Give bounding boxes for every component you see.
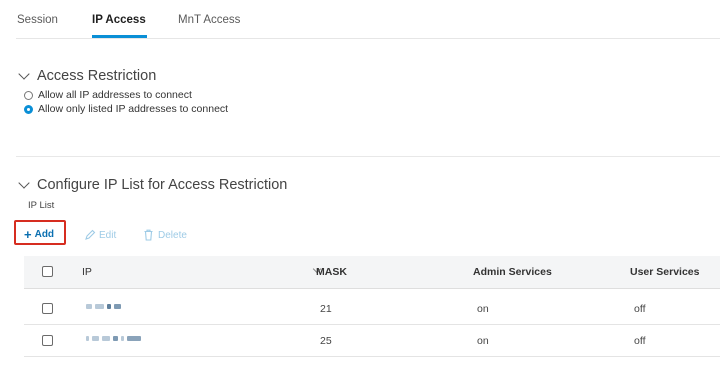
redacted-ip-value [86, 336, 141, 341]
table-header: IP MASK Admin Services User Services [24, 256, 720, 289]
tab-divider [16, 38, 720, 39]
radio-unchecked-icon[interactable] [24, 90, 33, 100]
tab-mnt-access[interactable]: MnT Access [178, 14, 240, 26]
admin-services-cell: on [477, 335, 489, 347]
column-header-user-services[interactable]: User Services [630, 266, 699, 278]
redacted-ip-value [86, 304, 121, 309]
tab-ip-access[interactable]: IP Access [92, 14, 146, 26]
admin-services-cell: on [477, 303, 489, 315]
radio-allow-listed-label: Allow only listed IP addresses to connec… [38, 103, 229, 115]
select-all-checkbox[interactable] [42, 266, 53, 277]
mask-cell: 25 [320, 335, 332, 347]
tab-bar: Session IP Access MnT Access [0, 0, 720, 40]
section-divider [16, 156, 720, 157]
mask-cell: 21 [320, 303, 332, 315]
column-header-mask[interactable]: MASK [316, 266, 347, 278]
row-checkbox[interactable] [42, 335, 53, 346]
column-header-admin-services[interactable]: Admin Services [473, 266, 552, 278]
ip-list-section-title[interactable]: Configure IP List for Access Restriction [37, 177, 287, 193]
user-services-cell: off [634, 335, 646, 347]
edit-button[interactable]: Edit [84, 229, 116, 241]
column-header-ip[interactable]: IP [82, 266, 92, 278]
edit-button-label: Edit [99, 229, 117, 241]
access-restriction-title[interactable]: Access Restriction [37, 68, 156, 84]
add-button[interactable]: + Add [24, 226, 55, 242]
pencil-icon [85, 229, 96, 240]
row-checkbox[interactable] [42, 303, 53, 314]
plus-icon: + [24, 226, 32, 242]
radio-allow-all[interactable]: Allow all IP addresses to connect [24, 88, 192, 102]
trash-icon [144, 229, 153, 241]
tab-session[interactable]: Session [17, 14, 58, 26]
delete-button-label: Delete [158, 229, 187, 241]
chevron-down-icon[interactable] [18, 68, 30, 80]
table-row[interactable]: 21 on off [24, 293, 720, 325]
radio-checked-icon[interactable] [24, 104, 33, 114]
table-row[interactable]: 25 on off [24, 325, 720, 357]
delete-button[interactable]: Delete [143, 229, 187, 241]
radio-allow-all-label: Allow all IP addresses to connect [38, 89, 192, 101]
user-services-cell: off [634, 303, 646, 315]
chevron-down-icon[interactable] [18, 177, 30, 189]
add-button-label: Add [34, 229, 55, 240]
radio-allow-listed[interactable]: Allow only listed IP addresses to connec… [24, 102, 228, 116]
ip-list-label: IP List [28, 200, 55, 211]
